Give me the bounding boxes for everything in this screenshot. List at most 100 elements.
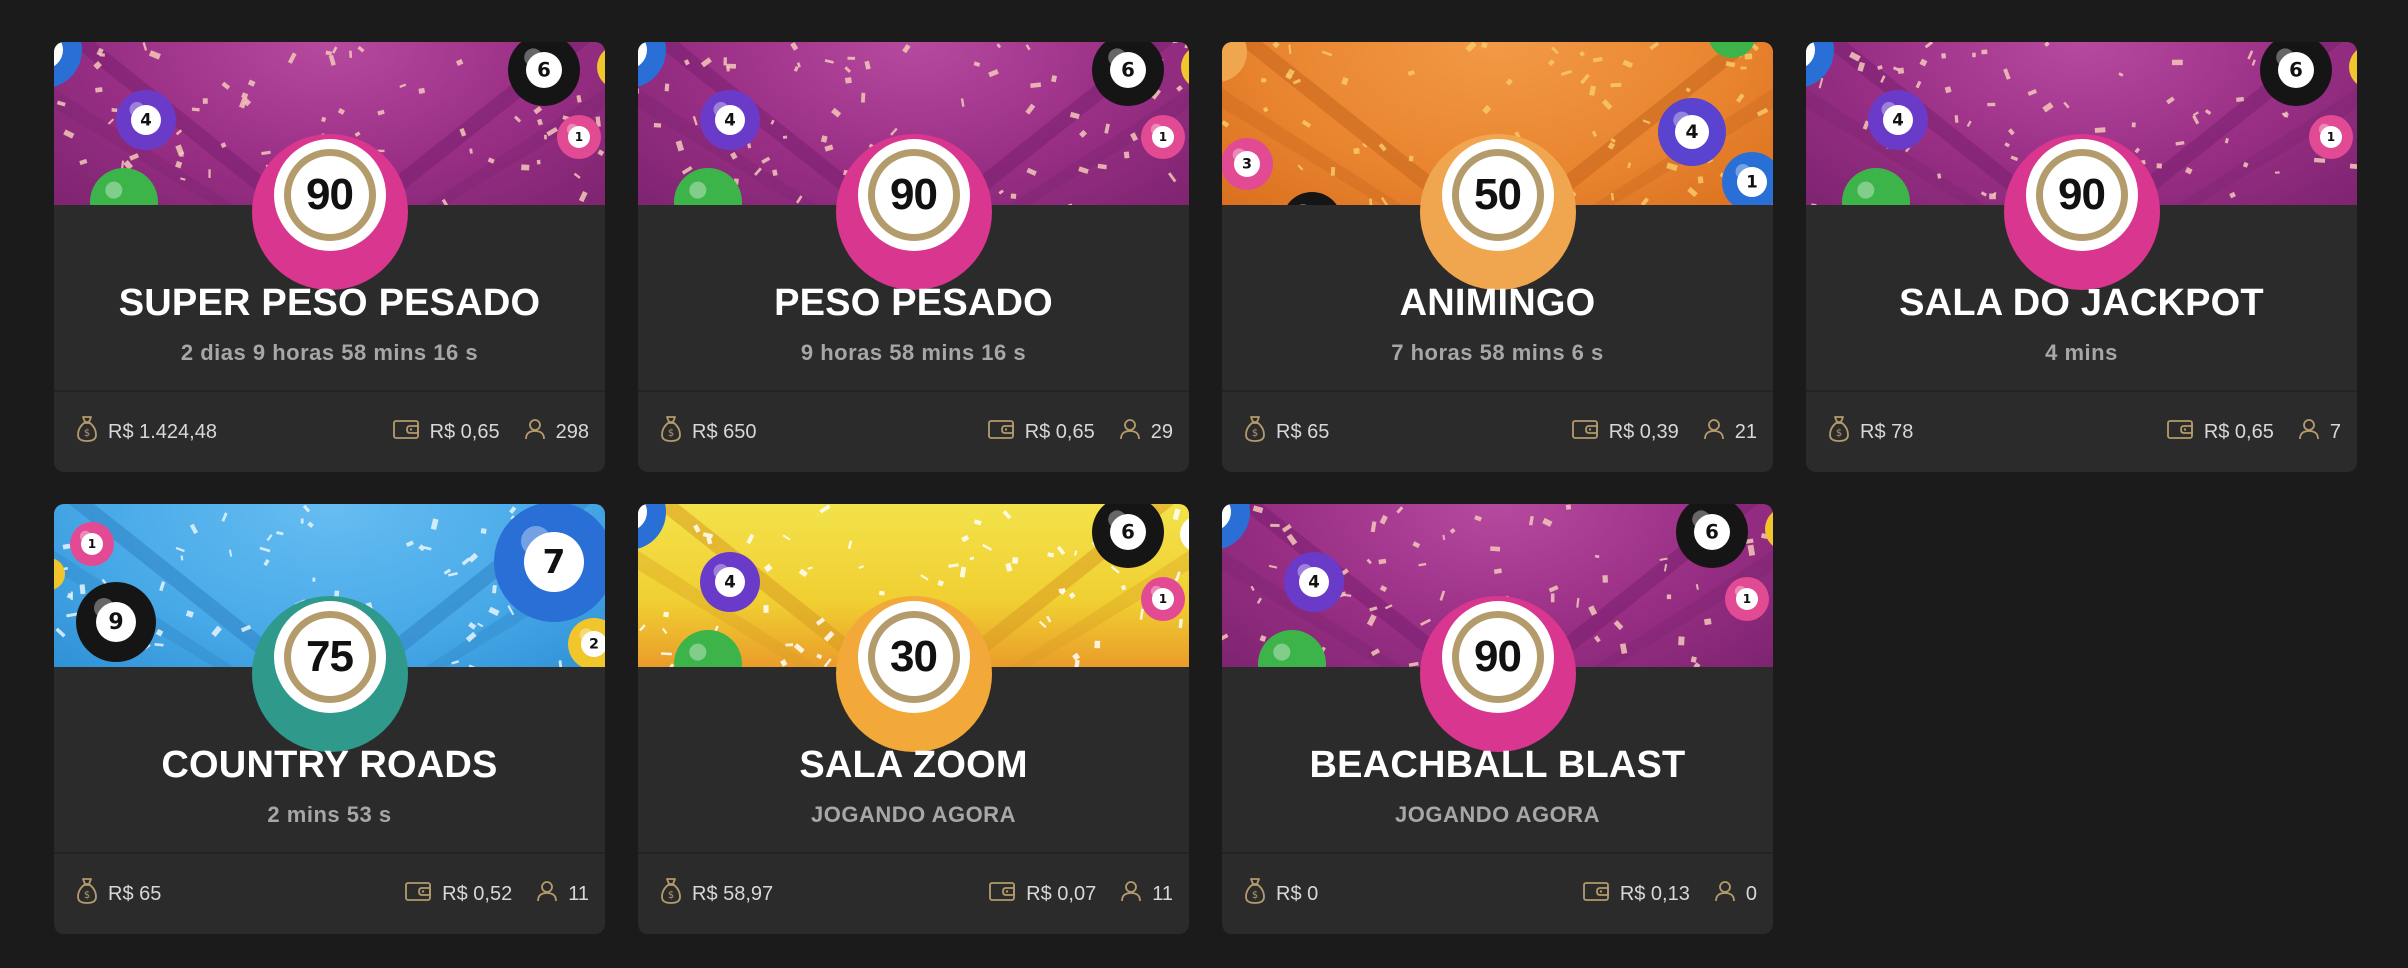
- room-title: ANIMINGO: [1399, 282, 1596, 324]
- svg-text:7: 7: [543, 542, 566, 581]
- ball-count-badge: 30: [857, 601, 970, 713]
- players-value: 298: [555, 420, 589, 443]
- prize-stat: $ R$ 58,97: [660, 877, 773, 911]
- room-title: COUNTRY ROADS: [161, 744, 498, 786]
- room-title: SUPER PESO PESADO: [118, 282, 541, 324]
- svg-text:1: 1: [1743, 592, 1751, 606]
- room-card-sala-do-jackpot[interactable]: 74612 90 SALA DO JACKPOT 4 mins $R$ 78 R…: [1806, 42, 2357, 472]
- players-stat: 11: [536, 880, 589, 908]
- room-card-animingo[interactable]: 3 4 1 50 ANIMINGO 7 horas 58 mins 6 s $ R$ …: [1222, 42, 1773, 472]
- svg-text:1: 1: [1159, 592, 1167, 606]
- svg-text:6: 6: [2289, 58, 2303, 81]
- svg-text:4: 4: [724, 572, 735, 591]
- card-price-stat: R$ 0,07: [988, 880, 1096, 908]
- money-bag-icon: $: [76, 877, 98, 911]
- card-price-value: R$ 0,65: [2203, 420, 2274, 443]
- card-price-stat: R$ 0,39: [1571, 418, 1679, 446]
- user-icon: [1119, 418, 1141, 446]
- room-title: SALA DO JACKPOT: [1899, 282, 2264, 324]
- players-stat: 21: [1703, 418, 1757, 446]
- money-bag-icon: $: [660, 415, 682, 449]
- card-price-stat: R$ 0,65: [987, 418, 1095, 446]
- ball-count: 50: [1474, 170, 1522, 219]
- room-countdown: 9 horas 58 mins 16 s: [800, 340, 1027, 365]
- room-footer: $ R$ 58,97 R$ 0,07 11: [660, 854, 1173, 934]
- players-stat: 29: [1119, 418, 1173, 446]
- money-bag-icon: $: [76, 415, 98, 449]
- room-countdown: 2 mins 53 s: [267, 802, 392, 827]
- ball-count-badge: 75: [273, 601, 386, 713]
- svg-text:4: 4: [140, 110, 151, 129]
- room-title: PESO PESADO: [774, 282, 1053, 324]
- card-price-value: R$ 0,07: [1026, 882, 1097, 905]
- prize-value: R$ 58,97: [692, 882, 774, 905]
- prize-stat: $ R$ 650: [660, 415, 757, 449]
- card-price-value: R$ 0,65: [429, 420, 500, 443]
- card-price-stat: R$ 0,65: [392, 418, 500, 446]
- card-price-stat: R$ 0,52: [404, 880, 512, 908]
- room-title: BEACHBALL BLAST: [1309, 744, 1686, 786]
- players-value: 21: [1734, 420, 1757, 443]
- room-countdown: 4 mins: [2045, 340, 2118, 365]
- user-icon: [524, 418, 546, 446]
- room-title: SALA ZOOM: [799, 744, 1028, 786]
- room-card-peso-pesado[interactable]: 74612 90 PESO PESADO 9 horas 58 mins 16 …: [638, 42, 1189, 472]
- prize-value: R$ 65: [1276, 420, 1330, 443]
- card-price-stat: R$ 0,65: [2166, 418, 2274, 446]
- svg-text:4: 4: [1892, 110, 1903, 129]
- ball-count: 30: [890, 632, 938, 681]
- prize-value: R$ 650: [692, 420, 757, 443]
- players-stat: 11: [1120, 880, 1173, 908]
- players-stat: 7: [2298, 418, 2341, 446]
- wallet-icon: [392, 418, 420, 446]
- money-bag-icon: $: [660, 877, 682, 911]
- bingo-rooms-grid: 74612 90 SUPER PESO PESADO 2 dias 9 hora…: [54, 42, 2357, 934]
- prize-stat: $ R$ 1.424,48: [76, 415, 217, 449]
- svg-text:$: $: [1252, 428, 1258, 439]
- card-price-value: R$ 0,13: [1619, 882, 1690, 905]
- ball-count: 90: [1474, 632, 1522, 681]
- card-price-value: R$ 0,52: [442, 882, 513, 905]
- room-footer: $ R$ 65 R$ 0,39 21: [1244, 392, 1757, 472]
- svg-text:6: 6: [537, 58, 551, 81]
- ball-count-badge: 90: [273, 139, 386, 251]
- svg-text:4: 4: [724, 110, 735, 129]
- svg-text:$: $: [1252, 890, 1258, 901]
- ball-count-badge: 50: [1441, 139, 1554, 251]
- players-value: 29: [1150, 420, 1173, 443]
- room-footer: $ R$ 0 R$ 0,13 0: [1244, 854, 1757, 934]
- money-bag-icon: $: [1244, 877, 1266, 911]
- svg-text:6: 6: [1121, 58, 1135, 81]
- prize-value: R$ 65: [108, 882, 162, 905]
- user-icon: [2298, 418, 2320, 446]
- svg-text:4: 4: [1308, 572, 1319, 591]
- svg-text:$: $: [84, 428, 90, 439]
- wallet-icon: [1571, 418, 1599, 446]
- prize-value: R$ 78: [1860, 420, 1914, 443]
- ball-count-badge: 90: [857, 139, 970, 251]
- money-bag-icon: $: [1244, 415, 1266, 449]
- room-status: JOGANDO AGORA: [1395, 802, 1600, 827]
- room-footer: $ R$ 65 R$ 0,52 11: [76, 854, 589, 934]
- room-footer: $ R$ 650 R$ 0,65 29: [660, 392, 1173, 472]
- room-footer: $ R$ 78 R$ 0,65 7: [1828, 392, 2341, 472]
- wallet-icon: [988, 880, 1016, 908]
- svg-text:1: 1: [575, 130, 583, 144]
- room-card-beachball-blast[interactable]: 74612 90 BEACHBALL BLAST JOGANDO AGORA $…: [1222, 504, 1773, 934]
- svg-text:1: 1: [2327, 130, 2335, 144]
- prize-stat: $ R$ 65: [76, 877, 161, 911]
- room-card-sala-zoom[interactable]: 74612 30 SALA ZOOM JOGANDO AGORA $R$ 58,…: [638, 504, 1189, 934]
- user-icon: [536, 880, 558, 908]
- room-countdown: 7 horas 58 mins 6 s: [1391, 340, 1604, 365]
- prize-value: R$ 0: [1276, 882, 1319, 905]
- prize-value: R$ 1.424,48: [108, 420, 217, 443]
- svg-text:1: 1: [1159, 130, 1167, 144]
- players-value: 7: [2329, 420, 2341, 443]
- ball-count: 90: [306, 170, 354, 219]
- svg-text:6: 6: [1705, 520, 1719, 543]
- svg-text:4: 4: [1685, 122, 1698, 143]
- room-card-super-peso-pesado[interactable]: 74612 90 SUPER PESO PESADO 2 dias 9 hora…: [54, 42, 605, 472]
- room-card-country-roads[interactable]: 1 9 7 2 75 COUNTRY ROADS 2 mins 53 s $ R$ 65…: [54, 504, 605, 934]
- svg-text:1: 1: [1746, 172, 1757, 191]
- room-status: JOGANDO AGORA: [811, 802, 1016, 827]
